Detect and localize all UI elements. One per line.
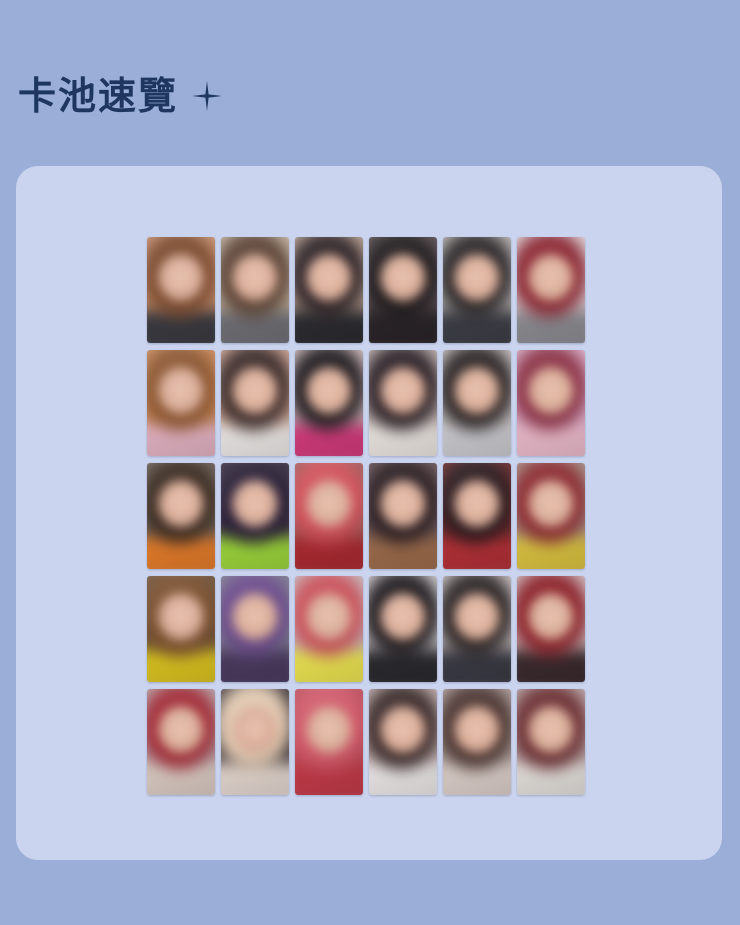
- photo-card-sheen: [295, 576, 363, 682]
- photo-card-sheen: [221, 689, 289, 795]
- photo-card[interactable]: [369, 237, 437, 343]
- photo-card-sheen: [517, 576, 585, 682]
- photo-card[interactable]: [221, 237, 289, 343]
- photo-card[interactable]: [443, 237, 511, 343]
- card-grid: [147, 237, 585, 795]
- photo-card-sheen: [295, 350, 363, 456]
- photo-card-sheen: [147, 576, 215, 682]
- photo-card[interactable]: [369, 576, 437, 682]
- photo-card-sheen: [443, 463, 511, 569]
- photo-card-sheen: [517, 463, 585, 569]
- photo-card[interactable]: [369, 463, 437, 569]
- photo-card[interactable]: [369, 350, 437, 456]
- sparkle-icon: [192, 81, 223, 111]
- photo-card[interactable]: [443, 576, 511, 682]
- photo-card-sheen: [147, 689, 215, 795]
- photo-card[interactable]: [295, 463, 363, 569]
- photo-card[interactable]: [147, 237, 215, 343]
- photo-card[interactable]: [221, 463, 289, 569]
- photo-card[interactable]: [443, 463, 511, 569]
- photo-card[interactable]: [221, 576, 289, 682]
- photo-card-sheen: [443, 689, 511, 795]
- photo-card-sheen: [517, 350, 585, 456]
- photo-card-sheen: [147, 463, 215, 569]
- photo-card-sheen: [517, 689, 585, 795]
- photo-card-sheen: [369, 463, 437, 569]
- photo-card[interactable]: [147, 576, 215, 682]
- photo-card-sheen: [369, 576, 437, 682]
- photo-card-sheen: [221, 237, 289, 343]
- photo-card[interactable]: [443, 350, 511, 456]
- photo-card[interactable]: [443, 689, 511, 795]
- photo-card[interactable]: [517, 350, 585, 456]
- photo-card-sheen: [443, 576, 511, 682]
- photo-card[interactable]: [147, 463, 215, 569]
- photo-card-sheen: [295, 689, 363, 795]
- photo-card-sheen: [221, 576, 289, 682]
- photo-card[interactable]: [147, 689, 215, 795]
- page-header: 卡池速覽: [18, 72, 224, 120]
- photo-card[interactable]: [517, 237, 585, 343]
- photo-card[interactable]: [295, 350, 363, 456]
- photo-card[interactable]: [221, 689, 289, 795]
- photo-card-sheen: [295, 463, 363, 569]
- photo-card[interactable]: [295, 689, 363, 795]
- photo-card-sheen: [221, 463, 289, 569]
- photo-card[interactable]: [517, 576, 585, 682]
- photo-card[interactable]: [369, 689, 437, 795]
- photo-card-sheen: [443, 350, 511, 456]
- photo-card-sheen: [147, 237, 215, 343]
- page-title: 卡池速覽: [18, 74, 179, 118]
- photo-card-sheen: [369, 350, 437, 456]
- photo-card-sheen: [147, 350, 215, 456]
- photo-card-sheen: [295, 237, 363, 343]
- photo-card-sheen: [369, 237, 437, 343]
- photo-card-sheen: [443, 237, 511, 343]
- photo-card-sheen: [517, 237, 585, 343]
- photo-card[interactable]: [221, 350, 289, 456]
- photo-card[interactable]: [295, 576, 363, 682]
- photo-card-sheen: [369, 689, 437, 795]
- photo-card[interactable]: [517, 689, 585, 795]
- photo-card-sheen: [221, 350, 289, 456]
- photo-card[interactable]: [147, 350, 215, 456]
- photo-card[interactable]: [517, 463, 585, 569]
- photo-card[interactable]: [295, 237, 363, 343]
